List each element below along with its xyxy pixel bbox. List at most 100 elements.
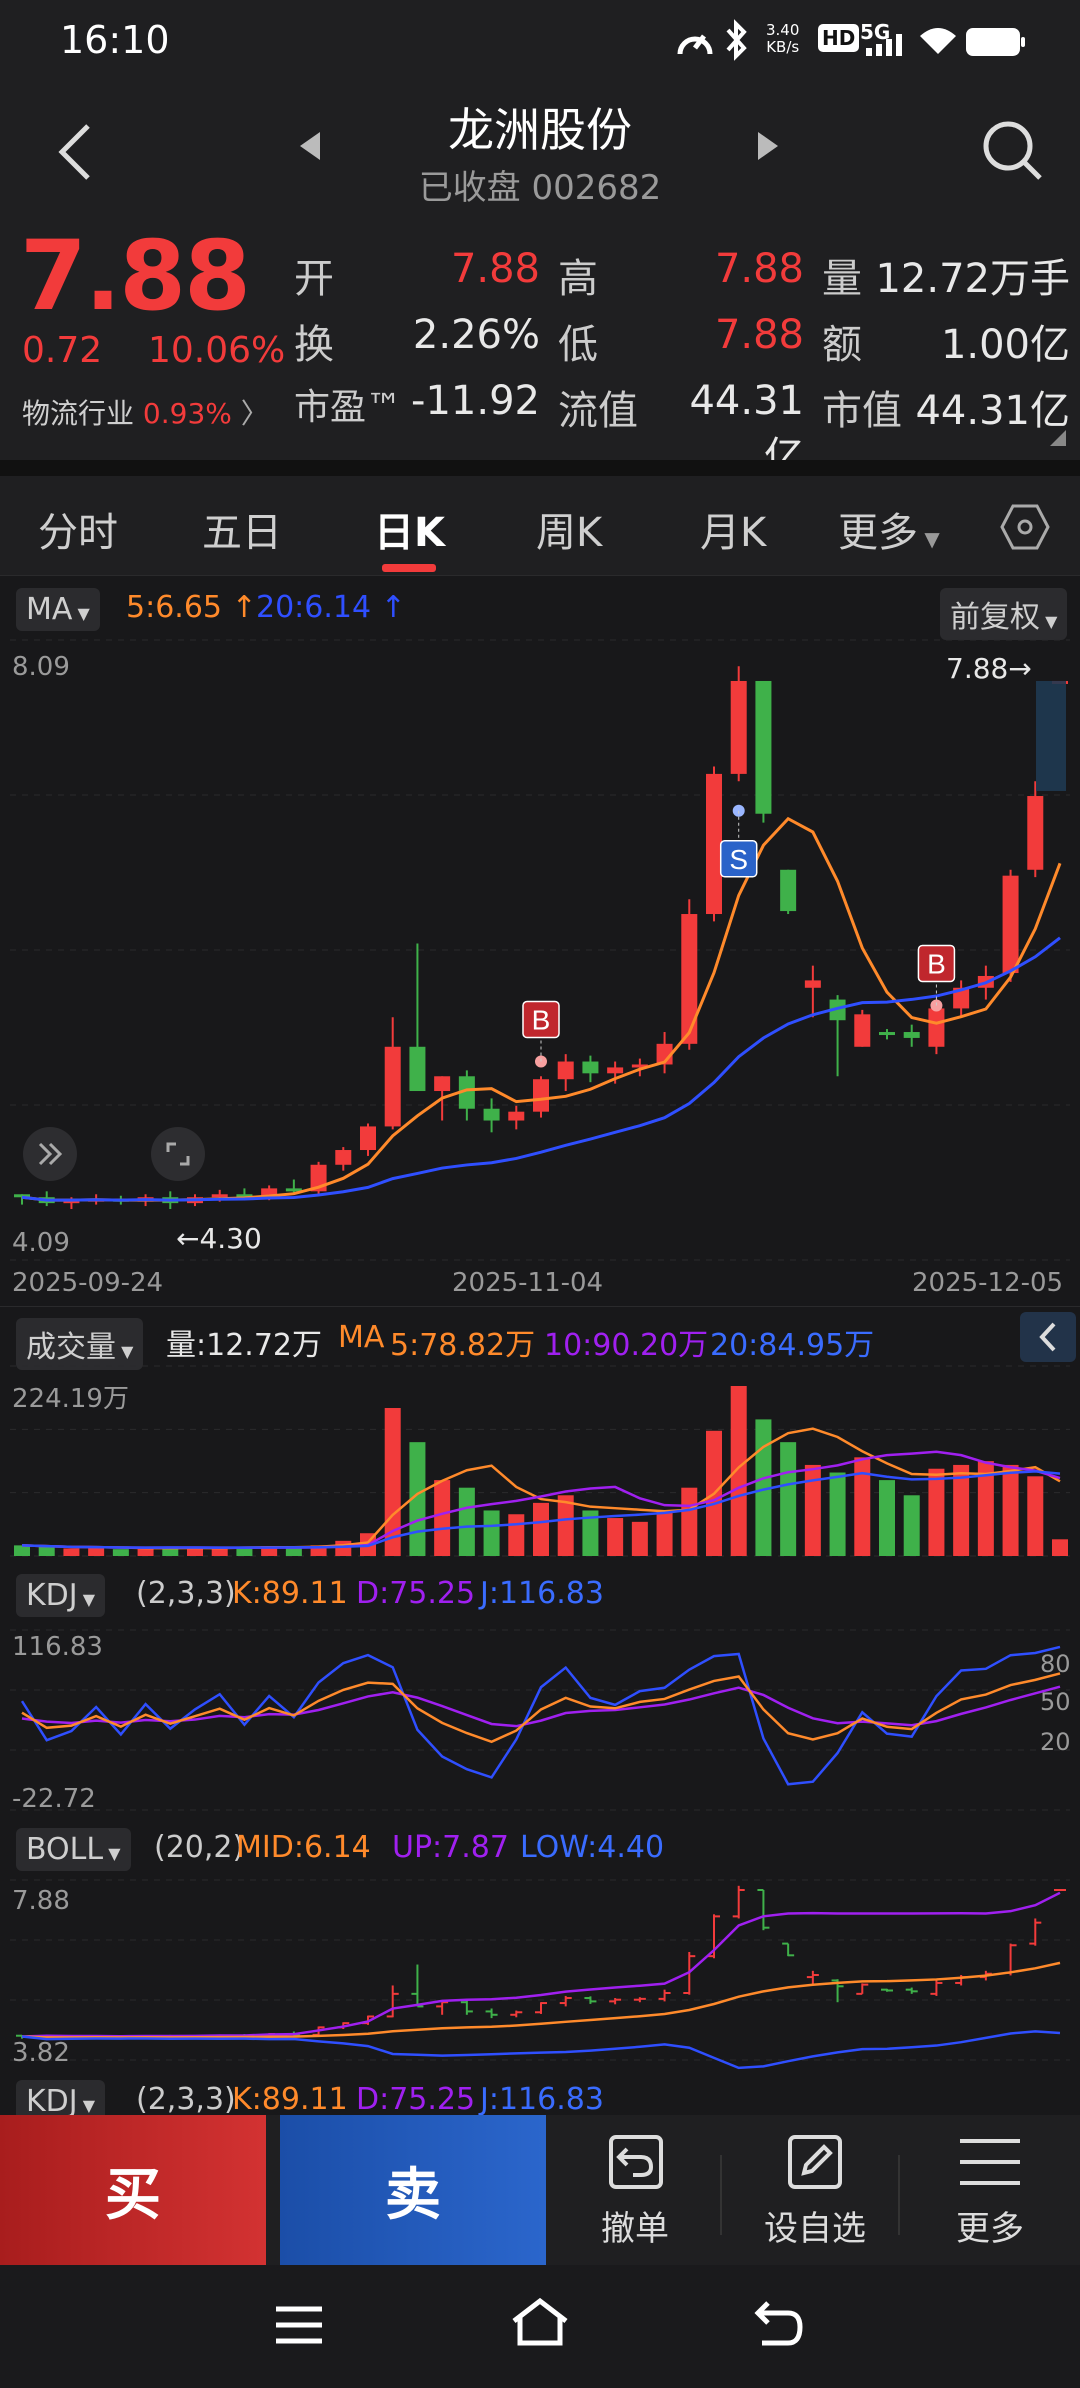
candle-body (409, 1046, 426, 1092)
volume-bar (335, 1540, 352, 1556)
volume-bar (211, 1548, 228, 1556)
volume-indicator-selector[interactable]: 成交量 ▼ (16, 1318, 144, 1370)
prev-stock-icon[interactable] (298, 130, 322, 162)
more-menu-button[interactable]: 更多 (920, 2115, 1060, 2265)
volume-bar (1002, 1464, 1019, 1556)
kdj-j-line (20, 1645, 1061, 1786)
net-speed: 3.40 KB/s (766, 21, 800, 56)
amount-value: 1.00亿 (940, 322, 1070, 368)
volume-bar (508, 1514, 525, 1556)
kdj-indicator-selector[interactable]: KDJ ▼ (16, 1574, 106, 1617)
open-value: 7.88 (450, 246, 540, 292)
next-stock-icon[interactable] (756, 130, 780, 162)
candle-body (1002, 875, 1019, 974)
volume-bar (730, 1386, 747, 1556)
volume-label: 量 (822, 256, 862, 302)
volume-chart[interactable] (0, 1365, 1080, 1562)
current-price-band (1036, 680, 1066, 791)
pe-label: 市盈™ (294, 387, 403, 428)
kdj-j: J:116.83 (480, 1576, 604, 1611)
candle-body (335, 1150, 352, 1165)
date-mid: 2025-11-04 (452, 1268, 604, 1298)
section-divider (0, 460, 1080, 476)
tab-weekly-k[interactable]: 周K (536, 500, 602, 558)
volume-value: 12.72万手 (875, 256, 1070, 302)
volume-amount: 量:12.72万 (166, 1328, 322, 1363)
volume-bar (458, 1487, 475, 1556)
kdj-axis-min: -22.72 (12, 1784, 96, 1814)
kdj-level-50: 50 (1040, 1688, 1071, 1716)
buy-signal-marker-dot (535, 1055, 547, 1068)
settings-hexagon-icon[interactable] (1000, 504, 1050, 550)
tab-intraday[interactable]: 分时 (38, 500, 118, 558)
last-price: 7.88 (20, 220, 251, 332)
tab-more[interactable]: 更多 ▼ (838, 500, 940, 558)
volume-bar (928, 1468, 945, 1556)
kdj-d: D:75.25 (356, 1576, 476, 1611)
ma-indicator-selector[interactable]: MA ▼ (16, 588, 100, 631)
kdj-k-line (21, 1672, 1061, 1744)
volume-bar (1027, 1476, 1044, 1556)
price-change: 0.72 (22, 330, 103, 371)
tab-daily-k[interactable]: 日K (374, 500, 445, 558)
volume-axis-max: 224.19万 (12, 1384, 129, 1414)
industry-link[interactable]: 物流行业 0.93% 〉 (22, 392, 269, 432)
low-label: 低 (558, 322, 598, 368)
expand-panel-icon[interactable] (22, 1126, 78, 1182)
kdj2-params: (2,3,3) (136, 2082, 236, 2117)
period-tabs: 分时 五日 日K 周K 月K 更多 ▼ (0, 476, 1080, 576)
mcap-value: 44.31亿 (915, 388, 1070, 434)
boll-low: LOW:4.40 (520, 1830, 665, 1865)
signal-icon (866, 34, 902, 56)
volume-bar (681, 1487, 698, 1556)
tab-five-day[interactable]: 五日 (202, 500, 282, 558)
high-label: 高 (558, 256, 598, 302)
boll-chart[interactable] (0, 1879, 1080, 2070)
stock-status-code: 已收盘 002682 (418, 168, 662, 208)
candle-body (928, 1008, 945, 1047)
back-icon[interactable] (58, 124, 92, 180)
pe-value: -11.92 (411, 378, 540, 424)
cancel-order-button[interactable]: 撤单 (565, 2115, 705, 2265)
volume-bar (483, 1510, 500, 1556)
candle-body (557, 1061, 574, 1080)
search-icon[interactable] (982, 120, 1044, 182)
volume-bar (112, 1549, 129, 1556)
kdj2-d: D:75.25 (356, 2082, 476, 2117)
open-label: 开 (294, 256, 334, 302)
recent-apps-icon[interactable] (276, 2305, 322, 2345)
low-price-marker: ←4.30 (176, 1222, 262, 1255)
collapse-panel-icon[interactable] (1020, 1312, 1076, 1362)
bluetooth-icon (726, 19, 747, 61)
boll-indicator-selector[interactable]: BOLL ▼ (16, 1828, 131, 1871)
fullscreen-icon[interactable] (150, 1126, 206, 1182)
vol-ma10: 10:90.20万 (544, 1328, 709, 1363)
sell-button[interactable]: 卖 (280, 2115, 546, 2265)
volume-bar (63, 1548, 80, 1556)
last-price-marker: 7.88→ (946, 652, 1032, 685)
candlestick-chart[interactable]: B S B (0, 639, 1080, 1280)
buy-button[interactable]: 买 (0, 2115, 266, 2265)
candle-body (903, 1032, 920, 1038)
tab-monthly-k[interactable]: 月K (700, 500, 766, 558)
boll-up-line (21, 1891, 1061, 2038)
back-nav-icon[interactable] (754, 2299, 804, 2347)
candle-body (582, 1061, 599, 1074)
kdj-level-20: 20 (1040, 1728, 1071, 1756)
add-watchlist-button[interactable]: 设自选 (740, 2115, 890, 2265)
price-change-pct: 10.06% (148, 330, 286, 371)
boll-params: (20,2) (154, 1830, 245, 1865)
home-icon[interactable] (510, 2297, 570, 2347)
volume-bar (88, 1547, 105, 1556)
volume-bar (656, 1510, 673, 1556)
adjust-selector[interactable]: 前复权 ▼ (940, 588, 1068, 640)
boll-axis-max: 7.88 (12, 1886, 70, 1916)
kdj-chart[interactable] (0, 1629, 1080, 1820)
candle-body (483, 1108, 500, 1121)
ma20-value: 20:6.14 ↑ (256, 590, 406, 625)
candle-body (384, 1046, 401, 1127)
sell-signal-marker-text: S (729, 844, 748, 875)
active-tab-indicator (382, 564, 436, 572)
kdj-level-80: 80 (1040, 1650, 1071, 1678)
expand-corner-icon[interactable] (1050, 430, 1066, 446)
